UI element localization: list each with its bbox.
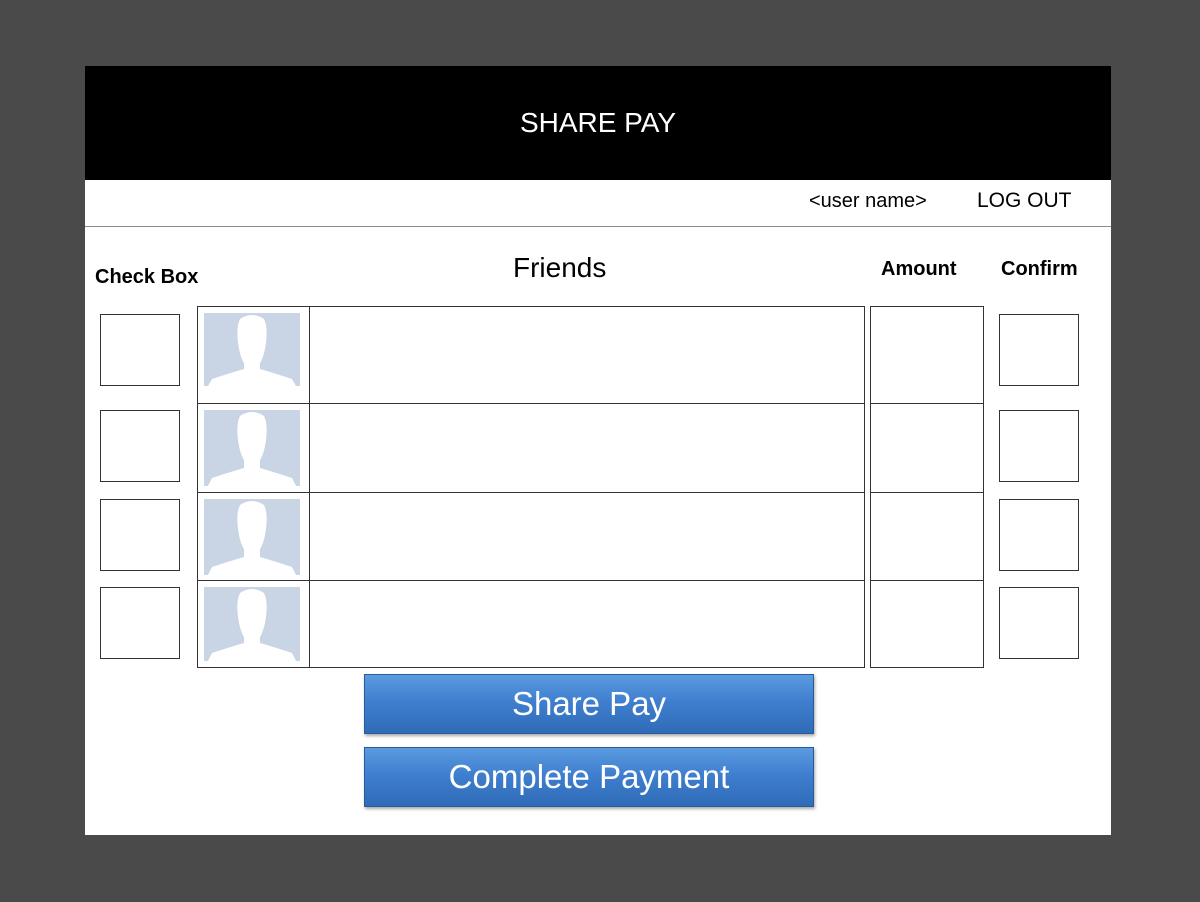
- row-checkbox[interactable]: [100, 587, 180, 659]
- row-checkbox[interactable]: [100, 499, 180, 571]
- amount-cell[interactable]: [871, 493, 983, 581]
- confirm-checkbox[interactable]: [999, 499, 1079, 571]
- user-name-label: <user name>: [809, 190, 927, 212]
- avatar-icon: [204, 313, 300, 386]
- user-bar: <user name> LOG OUT: [85, 180, 1111, 227]
- amount-cell[interactable]: [871, 404, 983, 493]
- friend-row: [198, 307, 864, 404]
- avatar-cell: [198, 404, 310, 492]
- complete-payment-button[interactable]: Complete Payment: [364, 747, 814, 807]
- friends-list: [197, 306, 865, 668]
- avatar-icon: [204, 499, 300, 575]
- amount-cell[interactable]: [871, 307, 983, 404]
- friend-row: [198, 581, 864, 667]
- friend-name-cell[interactable]: [310, 307, 864, 403]
- logout-link[interactable]: LOG OUT: [977, 189, 1072, 213]
- amount-list: [870, 306, 984, 668]
- friend-row: [198, 493, 864, 581]
- friend-name-cell[interactable]: [310, 581, 864, 667]
- row-checkbox[interactable]: [100, 314, 180, 386]
- avatar-icon: [204, 410, 300, 486]
- confirm-checkbox[interactable]: [999, 410, 1079, 482]
- avatar-cell: [198, 307, 310, 403]
- app-title: SHARE PAY: [519, 107, 677, 138]
- friend-row: [198, 404, 864, 493]
- row-checkbox[interactable]: [100, 410, 180, 482]
- column-header-check-box: Check Box: [95, 266, 199, 288]
- column-header-confirm: Confirm: [1001, 258, 1078, 280]
- column-header-friends: Friends: [513, 252, 607, 283]
- avatar-icon: [204, 587, 300, 661]
- avatar-cell: [198, 581, 310, 667]
- avatar-cell: [198, 493, 310, 580]
- title-bar: SHARE PAY: [85, 66, 1111, 180]
- friend-name-cell[interactable]: [310, 493, 864, 580]
- amount-cell[interactable]: [871, 581, 983, 667]
- confirm-checkbox[interactable]: [999, 587, 1079, 659]
- column-header-amount: Amount: [881, 258, 957, 280]
- app-frame: SHARE PAY <user name> LOG OUT Check Box …: [85, 66, 1111, 835]
- share-pay-button[interactable]: Share Pay: [364, 674, 814, 734]
- confirm-checkbox[interactable]: [999, 314, 1079, 386]
- friend-name-cell[interactable]: [310, 404, 864, 492]
